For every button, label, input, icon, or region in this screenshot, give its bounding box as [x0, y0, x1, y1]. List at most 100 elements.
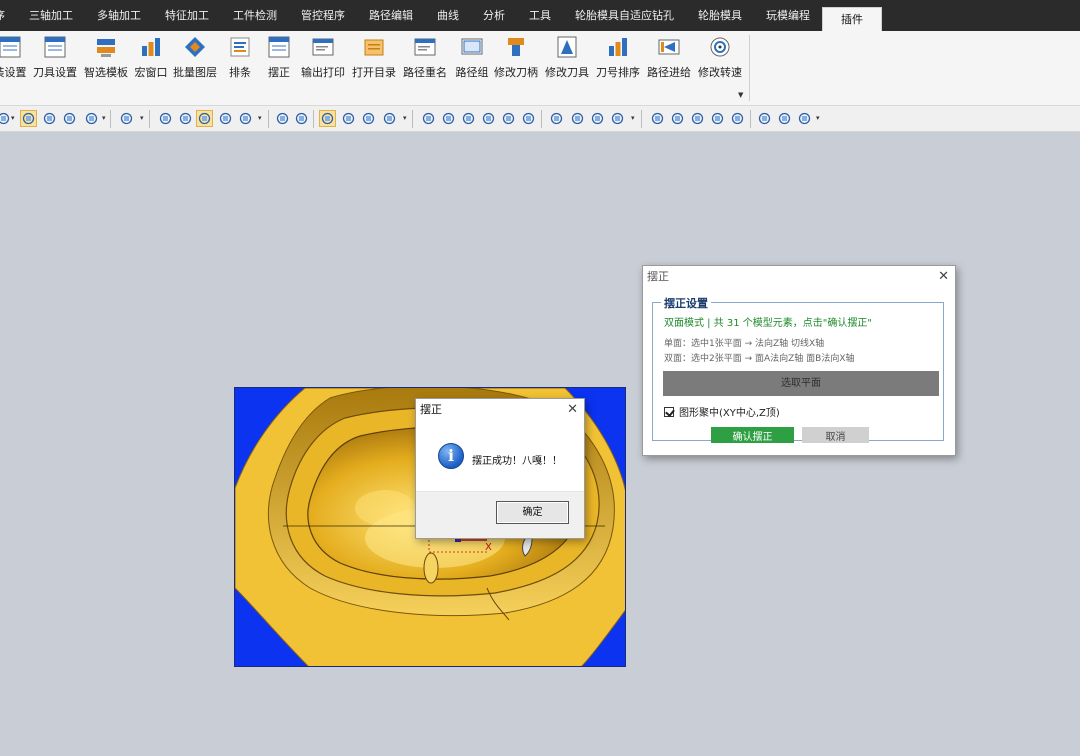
menu-item[interactable]: 工件检测 — [221, 0, 289, 31]
ribbon-button-label: 排条 — [229, 66, 251, 79]
ribbon-button-label: 修改转速 — [698, 66, 742, 79]
snap-icon[interactable] — [570, 111, 585, 126]
chevron-down-icon[interactable]: ▾ — [11, 114, 15, 122]
ribbon-button-speed[interactable]: 修改转速 — [697, 35, 743, 85]
ribbon-button-template[interactable]: 智选模板 — [83, 35, 129, 85]
forward-icon[interactable] — [797, 111, 812, 126]
message-text: 摆正成功！八嘎！！ — [472, 456, 562, 467]
message-dialog-titlebar[interactable]: 摆正 ✕ — [416, 399, 584, 421]
front-view-icon[interactable] — [42, 111, 57, 126]
success-message-dialog: 摆正 ✕ i 摆正成功！八嘎！！ 确定 — [415, 398, 585, 539]
menu-item[interactable]: 管控程序 — [289, 0, 357, 31]
view-menu-icon[interactable] — [84, 111, 99, 126]
ribbon-button-label: 输出打印 — [301, 66, 345, 79]
cancel-button[interactable]: 取消 — [802, 427, 869, 443]
ribbon-button-label: 路径进给 — [647, 66, 691, 79]
menu-item[interactable]: 曲线 — [425, 0, 471, 31]
light-icon[interactable] — [650, 111, 665, 126]
frame2-icon[interactable] — [730, 111, 745, 126]
confirm-align-button[interactable]: 确认摆正 — [711, 427, 794, 443]
zoom-fit-icon[interactable] — [421, 111, 436, 126]
view-toolbar: ▾ ▾ ▾ ▾ ▾ ▾ ▾ — [0, 106, 1080, 132]
ribbon-button-folder[interactable]: 打开目录 — [351, 35, 397, 85]
chevron-down-icon[interactable]: ▾ — [403, 114, 407, 122]
ribbon-button-label: 宏窗口 — [134, 66, 168, 79]
menu-item[interactable]: 插件 — [822, 7, 882, 31]
menu-item[interactable]: 工具 — [517, 0, 563, 31]
zoom-all-icon[interactable] — [521, 111, 536, 126]
back-icon[interactable] — [777, 111, 792, 126]
feed-icon — [658, 36, 680, 58]
arrow-icon[interactable] — [610, 111, 625, 126]
hand-icon[interactable] — [690, 111, 705, 126]
shade-icon[interactable] — [178, 111, 193, 126]
macro-window-icon — [140, 36, 162, 58]
ribbon-button-layers[interactable]: 批量图层 — [172, 35, 218, 85]
chevron-down-icon[interactable]: ▾ — [258, 114, 262, 122]
select-box-icon[interactable] — [319, 110, 336, 127]
side-view-icon[interactable] — [62, 111, 77, 126]
menu-item[interactable]: 轮胎模具自适应钻孔 — [563, 0, 686, 31]
ribbon-button-settings-doc[interactable]: 装设置 — [0, 35, 28, 85]
menu-item[interactable]: 路径编辑 — [357, 0, 425, 31]
svg-text:X: X — [485, 542, 492, 553]
ribbon-button-holder[interactable]: 修改刀柄 — [493, 35, 539, 85]
pick-icon[interactable] — [119, 111, 134, 126]
settings-dialog-titlebar[interactable]: 摆正 ✕ — [643, 266, 955, 288]
chevron-down-icon[interactable]: ▾ — [816, 114, 820, 122]
chevron-down-icon[interactable]: ▾ — [140, 114, 144, 122]
group-select-icon[interactable] — [341, 111, 356, 126]
ribbon-button-print[interactable]: 输出打印 — [300, 35, 346, 85]
move-icon[interactable] — [549, 111, 564, 126]
shade-solid-icon[interactable] — [196, 110, 213, 127]
menu-item[interactable]: 分析 — [471, 0, 517, 31]
green-light-icon[interactable] — [670, 111, 685, 126]
ribbon-button-label: 修改刀具 — [545, 66, 589, 79]
center-checkbox-label: 图形聚中(XY中心,Z顶) — [679, 408, 780, 419]
zoom-in-icon[interactable] — [461, 111, 476, 126]
layers-icon — [184, 36, 206, 58]
zoom-icon[interactable] — [501, 111, 516, 126]
sphere-menu-icon[interactable] — [238, 111, 253, 126]
zoom-hand-icon[interactable] — [481, 111, 496, 126]
frame-icon[interactable] — [710, 111, 725, 126]
path-group-icon — [461, 36, 483, 58]
ribbon-button-feed[interactable]: 路径进给 — [646, 35, 692, 85]
menu-item[interactable]: 多轴加工 — [85, 0, 153, 31]
menu-item[interactable]: 三轴加工 — [17, 0, 85, 31]
refresh-icon[interactable] — [757, 111, 772, 126]
pick-plane-button[interactable]: 选取平面 — [663, 371, 939, 396]
menu-item[interactable]: 玩模编程 — [754, 0, 822, 31]
axis-icon[interactable] — [590, 111, 605, 126]
zoom-out-icon[interactable] — [441, 111, 456, 126]
iso-view-icon[interactable] — [20, 110, 37, 127]
pan-icon[interactable] — [294, 111, 309, 126]
ribbon-button-sort[interactable]: 刀号排序 — [595, 35, 641, 85]
toolbar-separator — [110, 110, 111, 128]
menu-item[interactable]: 序 — [0, 0, 17, 31]
menu-item[interactable]: 特征加工 — [153, 0, 221, 31]
close-icon[interactable]: ✕ — [567, 399, 578, 421]
ribbon-button-path-group[interactable]: 路径组 — [454, 35, 490, 85]
close-icon[interactable]: ✕ — [938, 266, 949, 288]
view-icon[interactable] — [382, 111, 397, 126]
tool-icon — [556, 36, 578, 58]
ribbon-expand-icon[interactable]: ▼ — [738, 91, 743, 99]
ribbon-button-macro-window[interactable]: 宏窗口 — [133, 35, 169, 85]
center-checkbox[interactable] — [664, 406, 674, 417]
circle-select-icon[interactable] — [158, 111, 173, 126]
wire-icon[interactable] — [218, 111, 233, 126]
chevron-down-icon[interactable]: ▾ — [102, 114, 106, 122]
center-option-row[interactable]: 图形聚中(XY中心,Z顶) — [664, 404, 780, 419]
rotate-icon[interactable] — [275, 111, 290, 126]
menu-item[interactable]: 轮胎模具 — [686, 0, 754, 31]
ribbon-button-tool[interactable]: 修改刀具 — [544, 35, 590, 85]
ribbon-button-align[interactable]: 摆正 — [266, 35, 292, 85]
view-cube-icon[interactable] — [0, 111, 11, 126]
ribbon-button-tool-settings[interactable]: 刀具设置 — [32, 35, 78, 85]
ribbon-button-list[interactable]: 排条 — [227, 35, 253, 85]
ribbon-button-rename[interactable]: 路径重名 — [402, 35, 448, 85]
copy-view-icon[interactable] — [361, 111, 376, 126]
chevron-down-icon[interactable]: ▾ — [631, 114, 635, 122]
ok-button[interactable]: 确定 — [496, 501, 569, 524]
